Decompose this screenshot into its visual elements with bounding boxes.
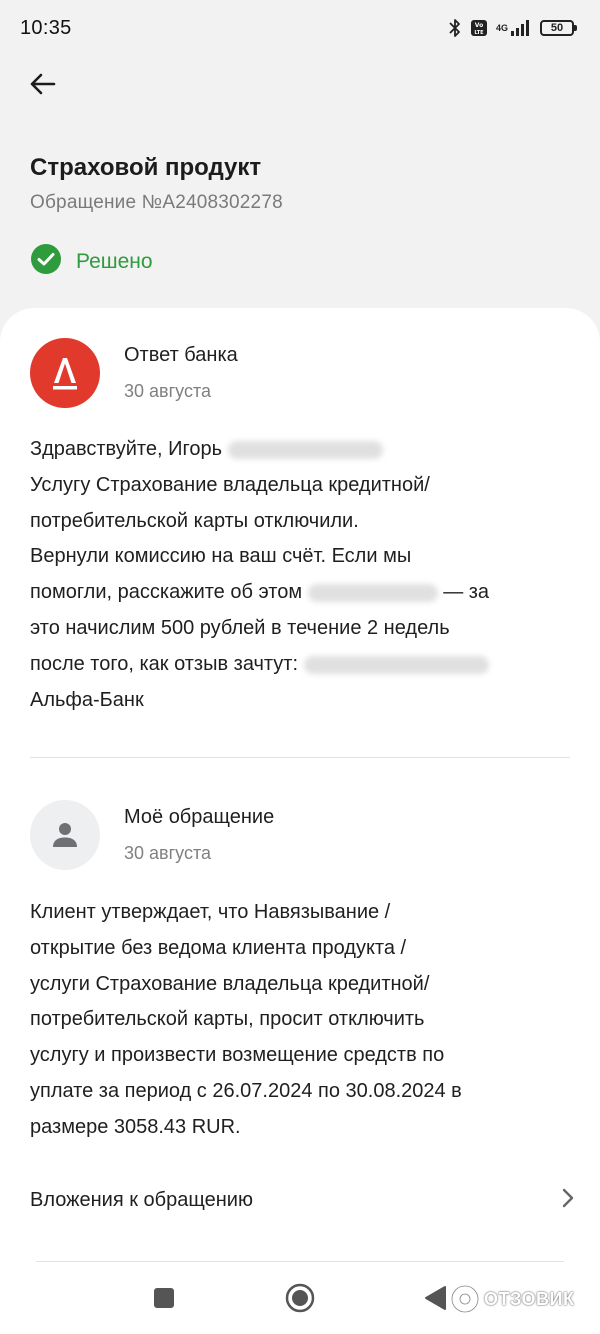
bank-message-author: Ответ банка: [124, 344, 238, 366]
network-type: 4G: [495, 22, 508, 33]
bank-message-date: 30 августа: [124, 381, 212, 401]
battery-icon: 50: [540, 20, 577, 36]
signal-icon: 4G: [496, 19, 532, 37]
user-line-6: уплате за период с 26.07.2024 по 30.08.2…: [30, 1079, 462, 1102]
bank-line-8: Альфа-Банк: [30, 688, 144, 711]
attachments-row[interactable]: Вложения к обращению: [30, 1178, 575, 1222]
user-line-4: потребительской карты, просит отключить: [30, 1008, 425, 1031]
check-circle-icon: [30, 243, 62, 280]
system-back-button[interactable]: [420, 1282, 450, 1314]
status-bar: 10:35 Vo LTE 4G 50: [0, 0, 600, 56]
user-line-2: открытие без ведома клиента продукта /: [30, 936, 407, 959]
bank-message-header: Ответ банка 30 августа: [30, 338, 238, 408]
user-message-header: Моё обращение 30 августа: [30, 800, 274, 870]
bank-line-3: потребительской карты отключили.: [30, 509, 359, 532]
square-icon: [154, 1288, 174, 1308]
recents-button[interactable]: [150, 1284, 178, 1312]
bank-line-2: Услугу Страхование владельца кредитной/: [30, 473, 430, 496]
user-message-author: Моё обращение: [124, 806, 275, 828]
user-message-text: Клиент утверждает, что Навязывание / отк…: [30, 895, 575, 1146]
bank-line-5a: помогли, расскажите об этом: [30, 581, 303, 604]
redacted-name: [227, 440, 383, 459]
user-icon: [53, 823, 77, 847]
user-message-date: 30 августа: [124, 843, 212, 863]
watermark-text: ОТЗОВИК: [484, 1288, 575, 1309]
user-avatar: [30, 800, 100, 870]
back-button[interactable]: [24, 66, 60, 102]
redacted-link-2: [303, 655, 489, 674]
battery-level: 50: [550, 22, 564, 34]
attachments-label: Вложения к обращению: [30, 1188, 253, 1211]
svg-text:Vo: Vo: [475, 22, 483, 29]
system-nav-bar: ОТЗОВИК: [0, 1266, 600, 1334]
user-line-3: услуги Страхование владельца кредитной/: [30, 972, 430, 995]
user-line-1: Клиент утверждает, что Навязывание /: [30, 901, 391, 923]
status-time: 10:35: [20, 16, 72, 39]
watermark-logo-icon: [450, 1284, 480, 1314]
bank-line-7: после того, как отзыв зачтут:: [30, 652, 299, 675]
svg-text:LTE: LTE: [474, 30, 484, 36]
bluetooth-icon: [448, 18, 462, 38]
user-line-5: услугу и произвести возмещение средств п…: [30, 1044, 445, 1067]
ticket-number: Обращение №A2408302278: [30, 192, 283, 213]
divider: [30, 757, 570, 758]
bank-line-6: это начислим 500 рублей в течение 2 неде…: [30, 616, 450, 639]
bank-line-5b: — за: [443, 581, 490, 604]
bank-line-4: Вернули комиссию на ваш счёт. Если мы: [30, 545, 412, 568]
volte-icon: Vo LTE: [470, 19, 488, 37]
circle-icon: [285, 1283, 315, 1313]
watermark: ОТЗОВИК: [450, 1283, 574, 1315]
redacted-link: [307, 583, 438, 602]
triangle-left-icon: [425, 1286, 446, 1310]
bank-avatar: [30, 338, 100, 408]
bottom-divider: [36, 1261, 564, 1262]
user-line-7: размере 3058.43 RUR.: [30, 1115, 241, 1138]
page-title: Страховой продукт: [30, 154, 262, 181]
arrow-left-icon: [30, 73, 56, 95]
bank-line-1: Здравствуйте, Игорь: [30, 438, 222, 460]
home-button[interactable]: [284, 1282, 316, 1314]
status-badge: Решено: [30, 243, 153, 280]
status-label: Решено: [76, 249, 153, 273]
bank-message-text: Здравствуйте, Игорь Услугу Страхование в…: [30, 432, 575, 718]
alfa-bank-logo-icon: [53, 358, 77, 390]
chevron-right-icon: [561, 1187, 575, 1214]
status-icons: Vo LTE 4G 50: [448, 18, 577, 38]
